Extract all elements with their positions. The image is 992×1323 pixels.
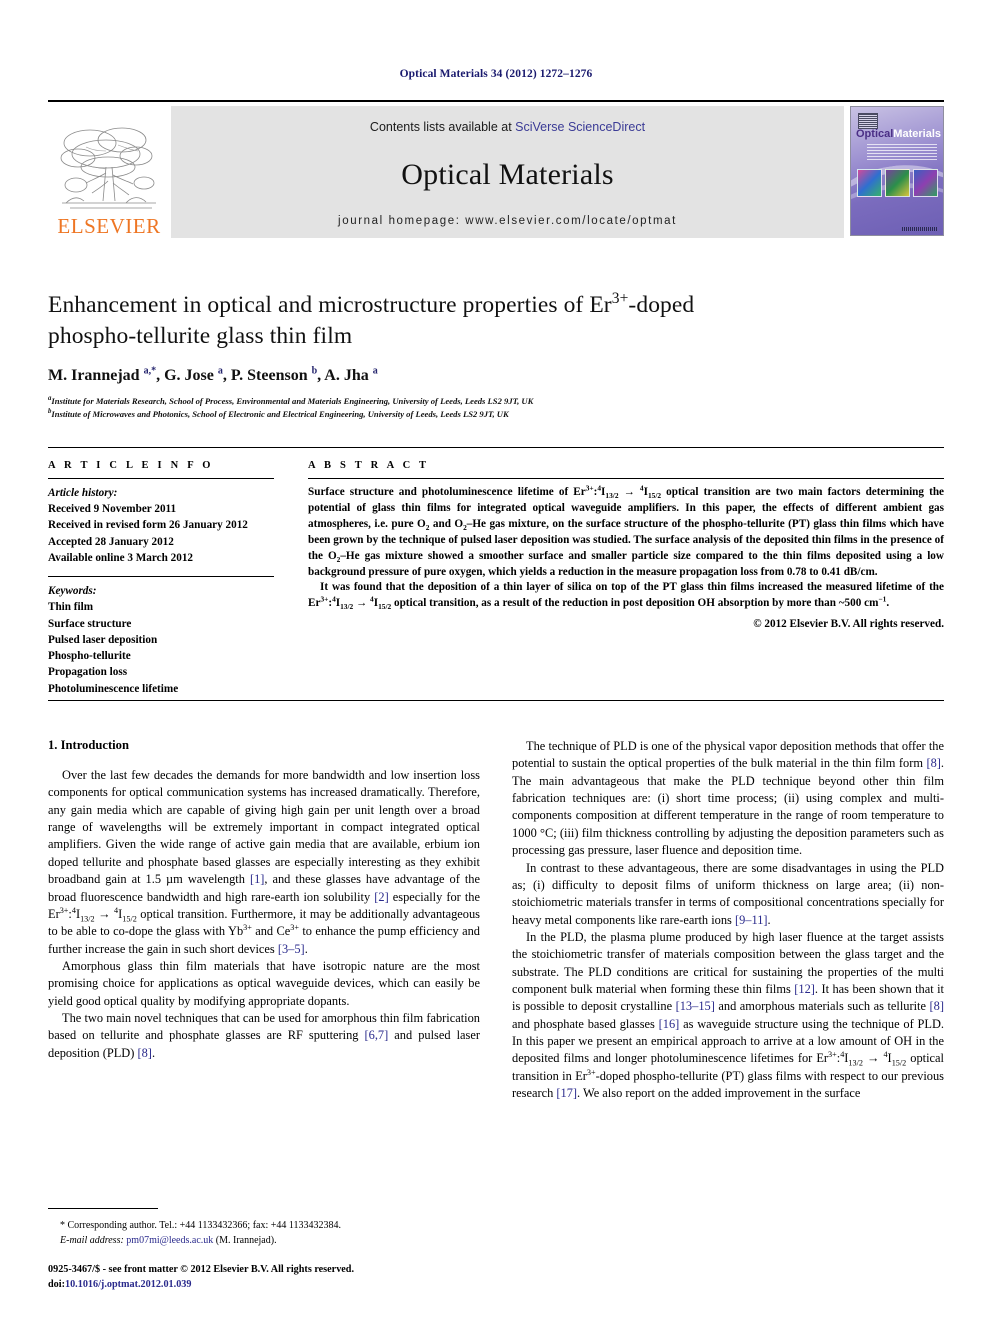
body-paragraph: The two main novel techniques that can b… xyxy=(48,1011,480,1060)
keyword-item: Photoluminescence lifetime xyxy=(48,682,179,695)
affiliation-b: bInstitute of Microwaves and Photonics, … xyxy=(48,408,509,420)
running-head: Optical Materials 34 (2012) 1272–1276 xyxy=(399,68,593,80)
cover-title: OpticalMaterials xyxy=(856,128,941,140)
title-line-1: Enhancement in optical and microstructur… xyxy=(48,292,612,318)
body-paragraph: Amorphous glass thin film materials that… xyxy=(48,958,480,1008)
cover-barcode-icon xyxy=(902,227,938,231)
abstract-paragraph: Surface structure and photoluminescence … xyxy=(308,483,945,578)
body-paragraph: The technique of PLD is one of the physi… xyxy=(512,739,944,858)
abstract-paragraph: It was found that the deposition of a th… xyxy=(308,581,944,612)
divider xyxy=(308,478,944,479)
body-paragraph: In contrast to these advantageous, there… xyxy=(512,860,944,927)
title-line-2: phospho-tellurite glass thin film xyxy=(48,322,353,349)
keywords-label: Keywords: xyxy=(48,585,97,598)
abstract-heading: A B S T R A C T xyxy=(308,460,430,471)
title-superscript: 3+ xyxy=(611,290,629,308)
body-paragraph: In the PLD, the plasma plume produced by… xyxy=(512,929,945,1101)
article-history-label: Article history: xyxy=(48,487,118,499)
contents-available-line: Contents lists available at SciVerse Sci… xyxy=(370,120,645,134)
doi-label: doi: xyxy=(48,1278,65,1290)
section-heading-introduction: 1. Introduction xyxy=(48,738,129,752)
keyword-item: Thin film xyxy=(48,601,94,614)
journal-homepage-line[interactable]: journal homepage: www.elsevier.com/locat… xyxy=(338,215,677,227)
elsevier-logo: ELSEVIER xyxy=(48,106,170,238)
body-column-right: The technique of PLD is one of the physi… xyxy=(512,738,944,1103)
cover-image-strip xyxy=(857,169,938,197)
body-columns: 1. Introduction Over the last few decade… xyxy=(48,738,944,1103)
body-column-left: 1. Introduction Over the last few decade… xyxy=(48,738,480,1103)
elsevier-tree-icon xyxy=(60,127,156,209)
imprint-block: 0925-3467/$ - see front matter © 2012 El… xyxy=(48,1263,518,1293)
issn-copyright-line: 0925-3467/$ - see front matter © 2012 El… xyxy=(48,1264,355,1275)
doi-value[interactable]: 10.1016/j.optmat.2012.01.039 xyxy=(65,1279,192,1290)
abstract-copyright: © 2012 Elsevier B.V. All rights reserved… xyxy=(753,618,944,631)
journal-cover-thumbnail: OpticalMaterials xyxy=(844,106,944,238)
email-line: E-mail address: pm07mi@leeds.ac.uk (M. I… xyxy=(48,1233,480,1248)
journal-masthead: ELSEVIER Contents lists available at Sci… xyxy=(48,100,944,238)
keyword-item: Propagation loss xyxy=(48,666,128,679)
sciencedirect-link[interactable]: SciVerse ScienceDirect xyxy=(515,120,645,134)
article-info-column: A R T I C L E I N F O Article history: R… xyxy=(48,460,296,697)
cover-title-part1: Optical xyxy=(856,128,894,140)
abstract-column: A B S T R A C T Surface structure and ph… xyxy=(296,460,944,697)
article-first-page: Optical Materials 34 (2012) 1272–1276 EL… xyxy=(0,0,992,1323)
cover-publisher-mark-icon xyxy=(858,113,878,129)
corresponding-author-note: * Corresponding author. Tel.: +44 113343… xyxy=(48,1218,480,1248)
author-list: M. Irannejad a,*, G. Jose a, P. Steenson… xyxy=(48,365,378,385)
corresponding-author-line: * Corresponding author. Tel.: +44 113343… xyxy=(60,1220,342,1231)
affiliation-a: aInstitute for Materials Research, Schoo… xyxy=(48,395,534,407)
email-label: E-mail address: xyxy=(60,1235,124,1246)
elsevier-wordmark: ELSEVIER xyxy=(57,214,161,238)
info-abstract-band: A R T I C L E I N F O Article history: R… xyxy=(48,447,944,697)
body-paragraph: Over the last few decades the demands fo… xyxy=(48,768,481,956)
affiliation-a-text: Institute for Materials Research, School… xyxy=(51,396,534,407)
affiliations: aInstitute for Materials Research, Schoo… xyxy=(48,395,944,422)
keywords-block: Keywords: Thin film Surface structure Pu… xyxy=(48,583,274,697)
divider xyxy=(48,478,274,479)
page-title: Enhancement in optical and microstructur… xyxy=(48,290,944,351)
title-block: Enhancement in optical and microstructur… xyxy=(48,290,944,422)
email-link[interactable]: pm07mi@leeds.ac.uk xyxy=(126,1235,213,1246)
history-item: Received in revised form 26 January 2012 xyxy=(48,519,248,532)
masthead-center: Contents lists available at SciVerse Sci… xyxy=(170,106,844,238)
keyword-item: Surface structure xyxy=(48,617,132,630)
footnote-block: * Corresponding author. Tel.: +44 113343… xyxy=(48,1208,480,1248)
article-info-heading: A R T I C L E I N F O xyxy=(48,460,214,471)
affiliation-b-text: Institute of Microwaves and Photonics, S… xyxy=(51,409,509,420)
cover-subtitle-lines xyxy=(867,144,937,160)
keyword-item: Pulsed laser deposition xyxy=(48,633,158,646)
cover-title-part2: Materials xyxy=(893,128,941,140)
divider xyxy=(48,700,944,701)
divider xyxy=(48,576,274,578)
email-owner: (M. Irannejad). xyxy=(215,1235,277,1246)
history-item: Accepted 28 January 2012 xyxy=(48,535,174,548)
abstract-text: Surface structure and photoluminescence … xyxy=(308,483,945,612)
contents-prefix: Contents lists available at xyxy=(369,120,516,134)
journal-title: Optical Materials xyxy=(401,157,614,191)
title-line-1-end: -doped xyxy=(628,292,695,318)
history-item: Received 9 November 2011 xyxy=(48,503,177,516)
doi-line: doi:10.1016/j.optmat.2012.01.039 xyxy=(48,1278,518,1293)
keyword-item: Phospho-tellurite xyxy=(48,650,131,663)
footnote-rule xyxy=(48,1208,158,1209)
article-history: Article history: Received 9 November 201… xyxy=(48,485,274,566)
history-item: Available online 3 March 2012 xyxy=(48,551,194,564)
